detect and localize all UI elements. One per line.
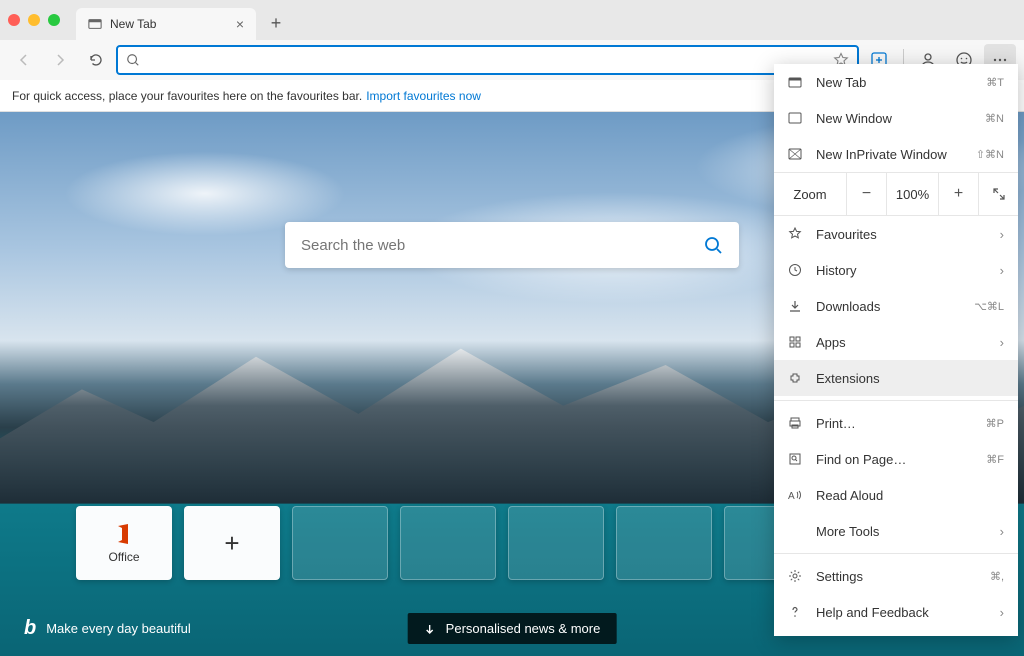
fullscreen-button[interactable] bbox=[978, 173, 1018, 215]
tile-placeholder[interactable] bbox=[508, 506, 604, 580]
tab-favicon-icon bbox=[88, 17, 102, 31]
zoom-label: Zoom bbox=[774, 173, 846, 215]
address-input[interactable] bbox=[146, 53, 827, 68]
menu-print[interactable]: Print… ⌘P bbox=[774, 405, 1018, 441]
minimize-window-button[interactable] bbox=[28, 14, 40, 26]
menu-separator bbox=[774, 400, 1018, 401]
chevron-right-icon: › bbox=[1000, 335, 1004, 350]
address-bar[interactable] bbox=[116, 45, 859, 75]
tile-label: Office bbox=[108, 550, 139, 564]
menu-find[interactable]: Find on Page… ⌘F bbox=[774, 441, 1018, 477]
tile-placeholder[interactable] bbox=[616, 506, 712, 580]
favourites-bar-text: For quick access, place your favourites … bbox=[12, 89, 362, 103]
tab-title: New Tab bbox=[110, 17, 228, 31]
menu-settings[interactable]: Settings ⌘, bbox=[774, 558, 1018, 594]
read-aloud-icon: A bbox=[788, 488, 804, 502]
tile-placeholder[interactable] bbox=[400, 506, 496, 580]
tile-add[interactable]: + bbox=[184, 506, 280, 580]
menu-apps[interactable]: Apps › bbox=[774, 324, 1018, 360]
menu-separator bbox=[774, 553, 1018, 554]
zoom-value: 100% bbox=[886, 173, 938, 215]
footer-tagline: b Make every day beautiful bbox=[24, 617, 191, 640]
menu-help[interactable]: Help and Feedback › bbox=[774, 594, 1018, 630]
new-window-icon bbox=[788, 111, 804, 125]
help-icon bbox=[788, 605, 804, 619]
chevron-right-icon: › bbox=[1000, 227, 1004, 242]
svg-text:A: A bbox=[788, 491, 795, 502]
tab-close-button[interactable]: × bbox=[236, 16, 244, 32]
window-controls bbox=[8, 14, 76, 26]
back-button[interactable] bbox=[8, 44, 40, 76]
bing-logo-icon: b bbox=[24, 617, 36, 640]
history-icon bbox=[788, 263, 804, 277]
office-icon bbox=[112, 522, 136, 546]
new-tab-button[interactable]: + bbox=[262, 9, 290, 37]
tagline-text: Make every day beautiful bbox=[46, 621, 191, 636]
forward-button[interactable] bbox=[44, 44, 76, 76]
browser-tab[interactable]: New Tab × bbox=[76, 8, 256, 40]
menu-read-aloud[interactable]: A Read Aloud bbox=[774, 477, 1018, 513]
tile-office[interactable]: Office bbox=[76, 506, 172, 580]
menu-downloads[interactable]: Downloads ⌥⌘L bbox=[774, 288, 1018, 324]
extensions-icon bbox=[788, 371, 804, 385]
menu-new-inprivate[interactable]: New InPrivate Window ⇧⌘N bbox=[774, 136, 1018, 172]
maximize-window-button[interactable] bbox=[48, 14, 60, 26]
web-search-input[interactable] bbox=[301, 237, 703, 254]
close-window-button[interactable] bbox=[8, 14, 20, 26]
apps-icon bbox=[788, 335, 804, 349]
titlebar: New Tab × + bbox=[0, 0, 1024, 40]
menu-favourites[interactable]: Favourites › bbox=[774, 216, 1018, 252]
inprivate-icon bbox=[788, 147, 804, 161]
menu-zoom-row: Zoom − 100% + bbox=[774, 172, 1018, 216]
refresh-button[interactable] bbox=[80, 44, 112, 76]
zoom-in-button[interactable]: + bbox=[938, 173, 978, 215]
download-icon bbox=[788, 299, 804, 313]
news-pill-label: Personalised news & more bbox=[446, 621, 601, 636]
gear-icon bbox=[788, 569, 804, 583]
menu-more-tools[interactable]: More Tools › bbox=[774, 513, 1018, 549]
search-submit-icon[interactable] bbox=[703, 235, 723, 255]
menu-history[interactable]: History › bbox=[774, 252, 1018, 288]
plus-icon: + bbox=[224, 528, 239, 559]
menu-new-tab[interactable]: New Tab ⌘T bbox=[774, 64, 1018, 100]
import-favourites-link[interactable]: Import favourites now bbox=[366, 89, 481, 103]
tile-placeholder[interactable] bbox=[292, 506, 388, 580]
search-icon bbox=[126, 53, 140, 67]
chevron-right-icon: › bbox=[1000, 524, 1004, 539]
settings-menu: New Tab ⌘T New Window ⌘N New InPrivate W… bbox=[774, 64, 1018, 636]
new-tab-icon bbox=[788, 75, 804, 89]
menu-extensions[interactable]: Extensions bbox=[774, 360, 1018, 396]
web-search-box[interactable] bbox=[285, 222, 739, 268]
star-icon bbox=[788, 227, 804, 241]
menu-new-window[interactable]: New Window ⌘N bbox=[774, 100, 1018, 136]
arrow-down-icon bbox=[424, 623, 436, 635]
chevron-right-icon: › bbox=[1000, 605, 1004, 620]
news-toggle-pill[interactable]: Personalised news & more bbox=[408, 613, 617, 644]
chevron-right-icon: › bbox=[1000, 263, 1004, 278]
zoom-out-button[interactable]: − bbox=[846, 173, 886, 215]
print-icon bbox=[788, 416, 804, 430]
find-icon bbox=[788, 452, 804, 466]
